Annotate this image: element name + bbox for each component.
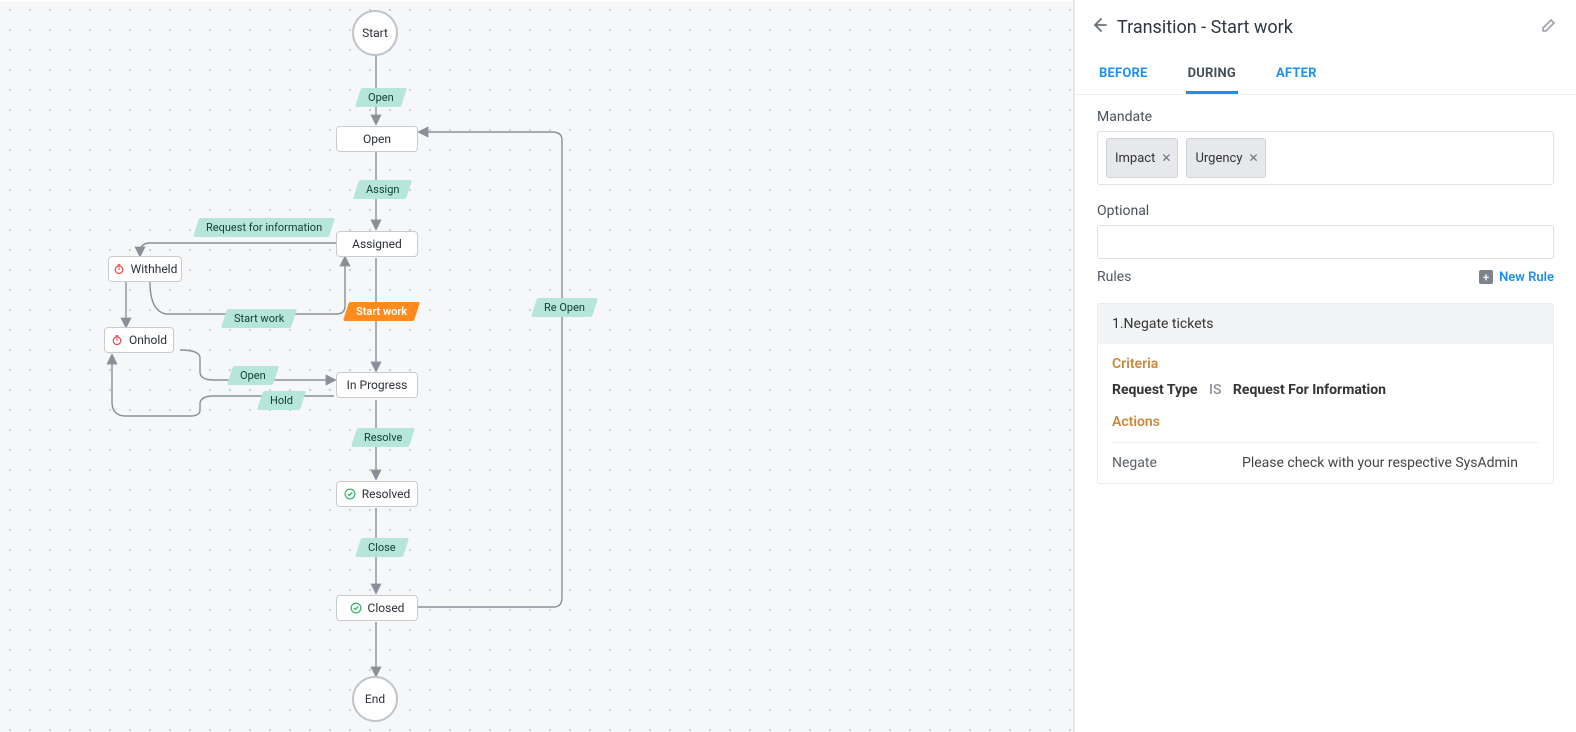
transition-hold[interactable]: Hold bbox=[257, 391, 306, 410]
plus-icon: + bbox=[1479, 270, 1493, 284]
chip-urgency[interactable]: Urgency ✕ bbox=[1186, 138, 1265, 178]
transition-request-for-information[interactable]: Request for information bbox=[193, 218, 335, 237]
panel-tabs: BEFORE DURING AFTER bbox=[1075, 56, 1576, 95]
edit-icon[interactable] bbox=[1540, 16, 1558, 38]
node-end[interactable]: End bbox=[352, 676, 398, 722]
transition-open[interactable]: Open bbox=[355, 88, 407, 107]
optional-label: Optional bbox=[1097, 203, 1554, 219]
node-end-label: End bbox=[365, 692, 385, 706]
flow-connectors bbox=[0, 0, 1074, 732]
remove-chip-icon[interactable]: ✕ bbox=[1248, 151, 1258, 165]
mandate-label: Mandate bbox=[1097, 109, 1554, 125]
actions-label: Actions bbox=[1112, 414, 1539, 430]
optional-field[interactable] bbox=[1097, 225, 1554, 259]
timer-icon bbox=[113, 263, 125, 275]
node-withheld[interactable]: Withheld bbox=[108, 256, 182, 282]
transition-reopen[interactable]: Re Open bbox=[531, 298, 598, 317]
chip-impact[interactable]: Impact ✕ bbox=[1106, 138, 1178, 178]
node-open[interactable]: Open bbox=[336, 126, 418, 152]
remove-chip-icon[interactable]: ✕ bbox=[1161, 151, 1171, 165]
node-closed[interactable]: Closed bbox=[336, 595, 418, 621]
rules-label: Rules bbox=[1097, 269, 1131, 285]
tab-after[interactable]: AFTER bbox=[1274, 56, 1319, 94]
tab-during[interactable]: DURING bbox=[1186, 56, 1238, 94]
check-icon bbox=[344, 488, 356, 500]
rule-title: 1.Negate tickets bbox=[1098, 304, 1553, 344]
node-in-progress[interactable]: In Progress bbox=[336, 372, 418, 398]
node-start[interactable]: Start bbox=[352, 10, 398, 56]
mandate-field[interactable]: Impact ✕ Urgency ✕ bbox=[1097, 131, 1554, 185]
new-rule-button[interactable]: + New Rule bbox=[1479, 270, 1554, 285]
transition-resolve[interactable]: Resolve bbox=[351, 428, 416, 447]
node-start-label: Start bbox=[362, 26, 388, 40]
node-assigned[interactable]: Assigned bbox=[336, 231, 418, 257]
node-onhold[interactable]: Onhold bbox=[104, 327, 174, 353]
transition-detail-panel: Transition - Start work BEFORE DURING AF… bbox=[1074, 0, 1576, 732]
back-arrow-icon[interactable] bbox=[1091, 17, 1107, 37]
tab-before[interactable]: BEFORE bbox=[1097, 56, 1150, 94]
check-icon bbox=[350, 602, 362, 614]
transition-assign[interactable]: Assign bbox=[353, 180, 413, 199]
rule-card[interactable]: 1.Negate tickets Criteria Request Type I… bbox=[1097, 303, 1554, 484]
transition-start-work[interactable]: Start work bbox=[221, 309, 297, 328]
transition-open-left[interactable]: Open bbox=[227, 366, 279, 385]
action-row: Negate Please check with your respective… bbox=[1112, 442, 1539, 471]
criteria-row: Request Type IS Request For Information bbox=[1112, 382, 1539, 398]
node-resolved[interactable]: Resolved bbox=[336, 481, 418, 507]
transition-start-work-selected[interactable]: Start work bbox=[343, 302, 420, 321]
criteria-label: Criteria bbox=[1112, 356, 1539, 372]
timer-icon bbox=[111, 334, 123, 346]
workflow-canvas[interactable]: Start End Open Assigned In Progress Reso… bbox=[0, 0, 1074, 732]
transition-close[interactable]: Close bbox=[355, 538, 409, 557]
panel-title: Transition - Start work bbox=[1117, 17, 1540, 38]
